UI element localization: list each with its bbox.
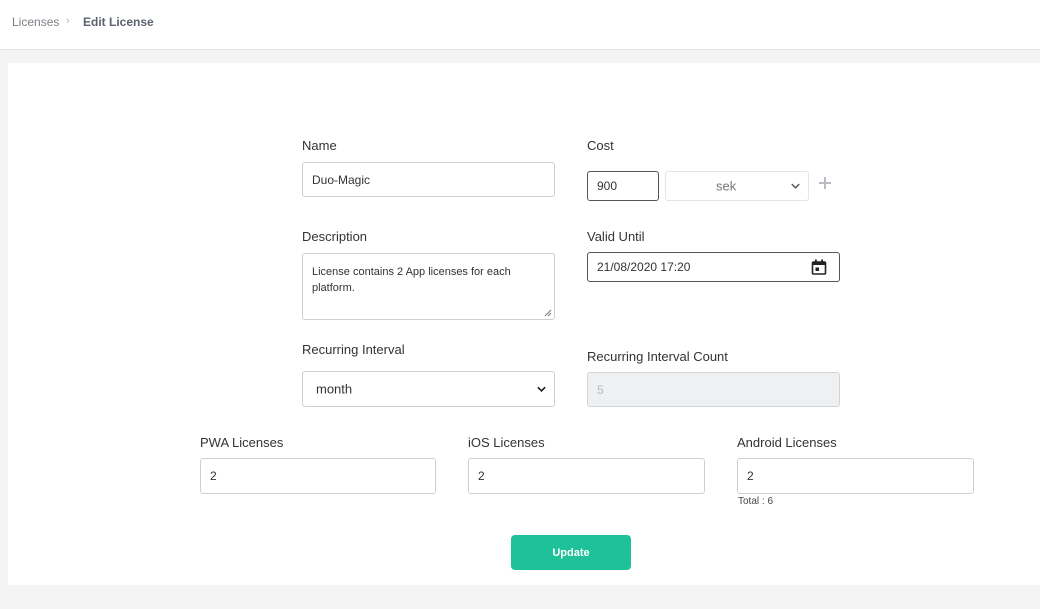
recurring-interval-value: month (316, 381, 353, 397)
resize-handle-icon[interactable] (544, 309, 552, 317)
description-textarea-value: License contains 2 App licenses for each… (312, 266, 511, 294)
breadcrumb-separator-icon: › (66, 15, 70, 27)
recurring-interval-label: Recurring Interval (302, 342, 405, 357)
name-input-value: Duo-Magic (312, 172, 371, 187)
ios-licenses-value: 2 (478, 469, 485, 483)
valid-until-label: Valid Until (587, 229, 645, 244)
android-licenses-input[interactable]: 2 (737, 458, 974, 494)
top-bar: Licenses › Edit License (0, 0, 1040, 50)
valid-until-value: 21/08/2020 17:20 (597, 260, 691, 274)
cost-input[interactable]: 900 (587, 171, 659, 201)
pwa-licenses-input[interactable]: 2 (200, 458, 436, 494)
description-textarea[interactable]: License contains 2 App licenses for each… (302, 253, 555, 320)
name-label: Name (302, 138, 337, 153)
ios-licenses-input[interactable]: 2 (468, 458, 705, 494)
recurring-interval-count-value: 5 (597, 382, 604, 397)
calendar-icon[interactable] (811, 259, 827, 275)
currency-select-value: sek (716, 178, 737, 194)
recurring-interval-count-label: Recurring Interval Count (587, 349, 728, 364)
name-input[interactable]: Duo-Magic (302, 162, 555, 197)
cost-label: Cost (587, 138, 614, 153)
breadcrumb-licenses-link[interactable]: Licenses (12, 15, 59, 29)
recurring-interval-count-input: 5 (587, 372, 840, 407)
pwa-licenses-value: 2 (210, 469, 217, 483)
currency-select[interactable]: sek (665, 171, 809, 201)
breadcrumb-current: Edit License (83, 15, 154, 29)
chevron-down-icon (791, 183, 800, 189)
add-currency-button[interactable] (818, 175, 832, 193)
plus-icon (819, 177, 831, 189)
pwa-licenses-label: PWA Licenses (200, 435, 284, 450)
android-licenses-label: Android Licenses (737, 435, 837, 450)
update-button-label: Update (552, 546, 590, 559)
chevron-down-icon (537, 386, 546, 393)
cost-input-value: 900 (597, 179, 618, 193)
ios-licenses-label: iOS Licenses (468, 435, 545, 450)
recurring-interval-select[interactable]: month (302, 371, 555, 407)
edit-license-panel: Name Duo-Magic Cost 900 sek Description … (8, 63, 1040, 585)
total-licenses-text: Total : 6 (738, 496, 774, 507)
valid-until-input[interactable]: 21/08/2020 17:20 (587, 252, 840, 282)
update-button[interactable]: Update (511, 535, 631, 570)
android-licenses-value: 2 (747, 469, 754, 483)
description-label: Description (302, 229, 368, 244)
